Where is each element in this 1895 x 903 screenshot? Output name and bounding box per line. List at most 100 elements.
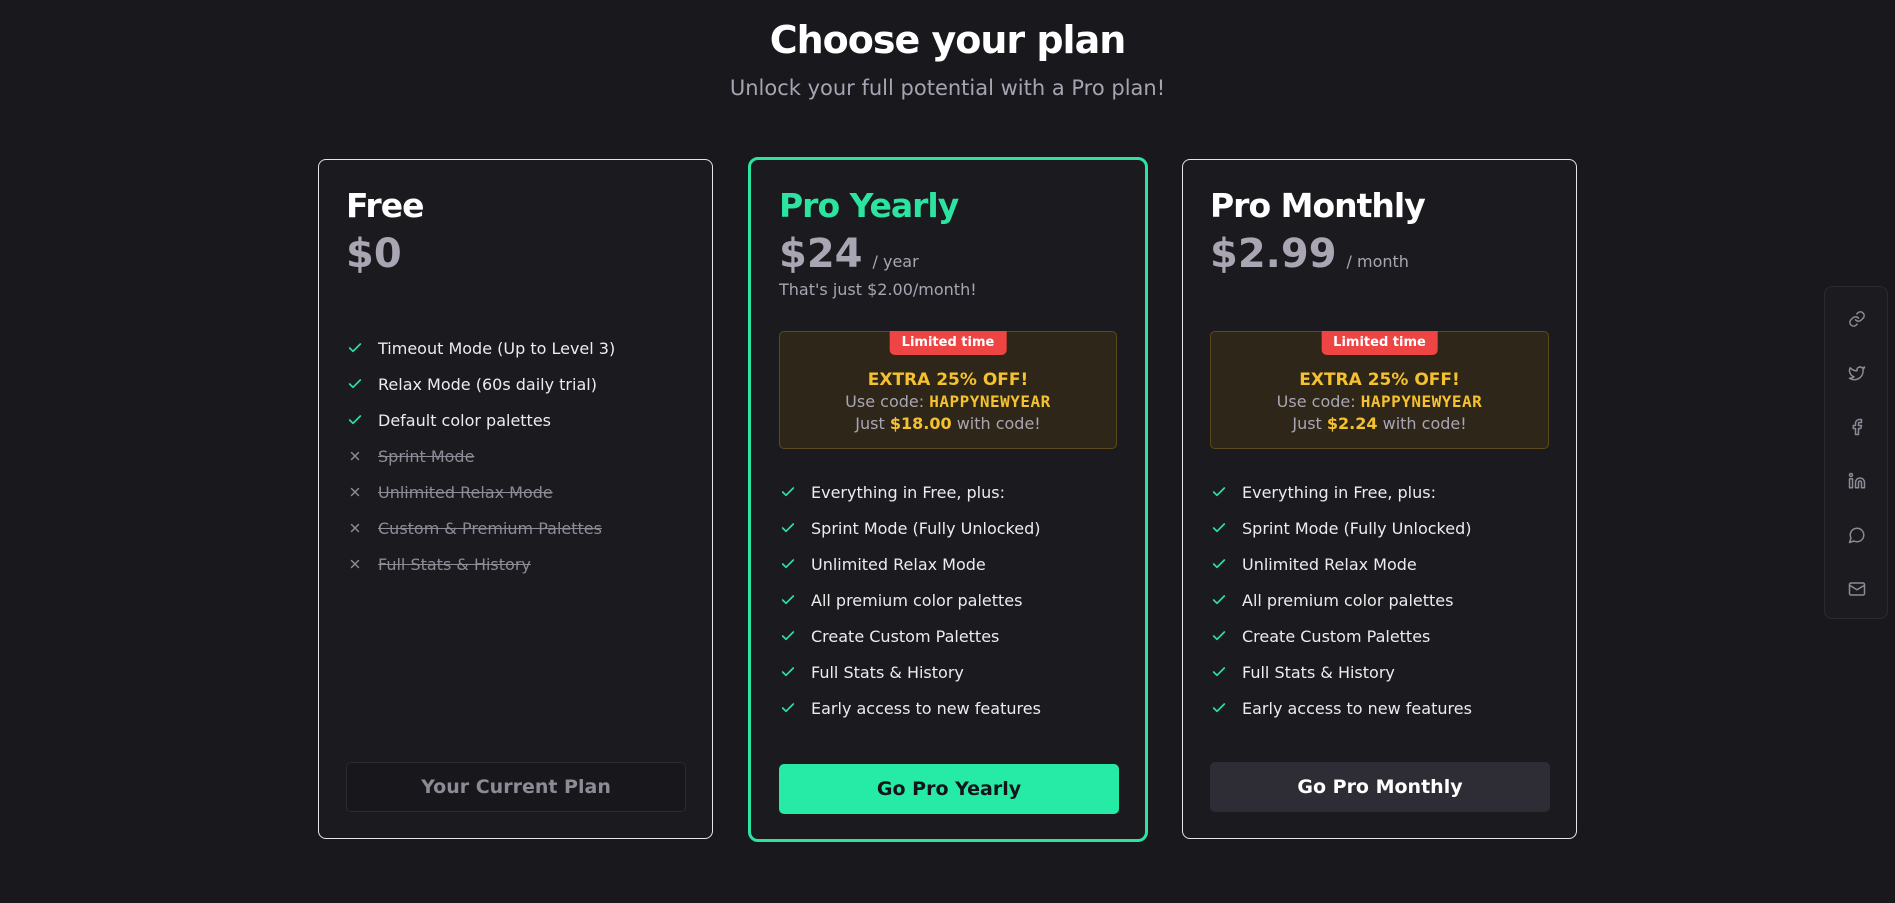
promo-discounted-price: $18.00 [889,414,952,433]
feature-list: Everything in Free, plus: Sprint Mode (Fu… [779,474,1117,726]
check-icon [1210,699,1228,717]
plan-period: / month [1346,252,1409,271]
promo-just-suffix: with code! [1382,414,1467,433]
feature-label: Default color palettes [378,410,552,430]
check-icon [1210,519,1228,537]
promo-price-line: Just $18.00 with code! [780,413,1116,435]
feature-label: Everything in Free, plus: [811,482,1005,502]
feature-label: Full Stats & History [378,554,531,574]
check-icon [779,555,797,573]
check-icon [779,591,797,609]
go-pro-yearly-button[interactable]: Go Pro Yearly [779,764,1119,814]
feature-label: All premium color palettes [811,590,1023,610]
check-icon [779,483,797,501]
x-icon [346,447,364,465]
link-icon[interactable] [1845,307,1869,331]
promo-price-line: Just $2.24 with code! [1211,413,1548,435]
facebook-icon[interactable] [1845,415,1869,439]
plan-price: $24 [779,231,863,277]
plan-card-pro-monthly: Pro Monthly $2.99 / month Limited time E… [1182,159,1577,839]
check-icon [346,339,364,357]
feature-list: Timeout Mode (Up to Level 3) Relax Mode (… [346,330,685,582]
limited-time-badge: Limited time [1321,331,1438,355]
feature-label: Full Stats & History [811,662,964,682]
mail-icon[interactable] [1845,577,1869,601]
feature-label: Create Custom Palettes [811,626,1000,646]
feature-list: Everything in Free, plus: Sprint Mode (Fu… [1210,474,1549,726]
check-icon [1210,627,1228,645]
feature-item: All premium color palettes [779,582,1117,618]
promo-box: Limited time EXTRA 25% OFF! Use code: HA… [779,331,1117,449]
check-icon [1210,555,1228,573]
price-row: $24 / year [779,230,1117,278]
feature-item: Relax Mode (60s daily trial) [346,366,685,402]
twitter-icon[interactable] [1845,361,1869,385]
promo-discounted-price: $2.24 [1326,414,1378,433]
promo-code: HAPPYNEWYEAR [1360,392,1483,411]
feature-item: Everything in Free, plus: [779,474,1117,510]
chat-icon[interactable] [1845,523,1869,547]
feature-item: Early access to new features [1210,690,1549,726]
promo-just-prefix: Just [855,414,885,433]
check-icon [1210,591,1228,609]
feature-label: Early access to new features [811,698,1041,718]
feature-item: Early access to new features [779,690,1117,726]
x-icon [346,483,364,501]
feature-label: All premium color palettes [1242,590,1454,610]
plan-name: Pro Monthly [1210,186,1426,225]
feature-item: Timeout Mode (Up to Level 3) [346,330,685,366]
promo-code-prefix: Use code: [845,392,925,411]
check-icon [779,663,797,681]
pricing-page: Choose your plan Unlock your full potent… [0,0,1895,903]
limited-time-badge: Limited time [889,331,1007,355]
plan-name: Pro Yearly [779,186,959,225]
promo-code: HAPPYNEWYEAR [929,392,1051,411]
feature-label: Unlimited Relax Mode [1242,554,1417,574]
promo-code-line: Use code: HAPPYNEWYEAR [1211,391,1548,413]
check-icon [346,375,364,393]
linkedin-icon[interactable] [1845,469,1869,493]
plan-price: $2.99 [1210,231,1337,277]
feature-label: Custom & Premium Palettes [378,518,602,538]
feature-item: Unlimited Relax Mode [1210,546,1549,582]
check-icon [779,519,797,537]
feature-label: Unlimited Relax Mode [378,482,553,502]
promo-just-suffix: with code! [956,414,1041,433]
feature-label: Timeout Mode (Up to Level 3) [378,338,616,358]
feature-label: Everything in Free, plus: [1242,482,1436,502]
plan-card-pro-yearly: Pro Yearly $24 / year That's just $2.00/… [748,157,1148,842]
check-icon [779,627,797,645]
feature-item: Full Stats & History [346,546,685,582]
share-sidebar [1824,286,1888,619]
promo-code-prefix: Use code: [1276,392,1356,411]
plan-period: / year [872,252,919,271]
price-row: $0 [346,230,685,278]
feature-label: Full Stats & History [1242,662,1395,682]
feature-item: Unlimited Relax Mode [346,474,685,510]
feature-item: Create Custom Palettes [779,618,1117,654]
promo-box: Limited time EXTRA 25% OFF! Use code: HA… [1210,331,1549,449]
feature-label: Unlimited Relax Mode [811,554,986,574]
feature-item: Create Custom Palettes [1210,618,1549,654]
feature-item: Full Stats & History [1210,654,1549,690]
feature-item: Sprint Mode (Fully Unlocked) [779,510,1117,546]
price-row: $2.99 / month [1210,230,1549,278]
plan-name: Free [346,186,424,225]
feature-label: Sprint Mode [378,446,475,466]
feature-item: Full Stats & History [779,654,1117,690]
x-icon [346,555,364,573]
check-icon [346,411,364,429]
check-icon [1210,663,1228,681]
promo-just-prefix: Just [1292,414,1322,433]
feature-label: Early access to new features [1242,698,1472,718]
feature-label: Create Custom Palettes [1242,626,1431,646]
go-pro-monthly-button[interactable]: Go Pro Monthly [1210,762,1550,812]
feature-item: Sprint Mode [346,438,685,474]
promo-code-line: Use code: HAPPYNEWYEAR [780,391,1116,413]
price-note: That's just $2.00/month! [779,280,977,299]
feature-item: All premium color palettes [1210,582,1549,618]
feature-item: Unlimited Relax Mode [779,546,1117,582]
current-plan-button[interactable]: Your Current Plan [346,762,686,812]
feature-item: Default color palettes [346,402,685,438]
feature-label: Relax Mode (60s daily trial) [378,374,597,394]
